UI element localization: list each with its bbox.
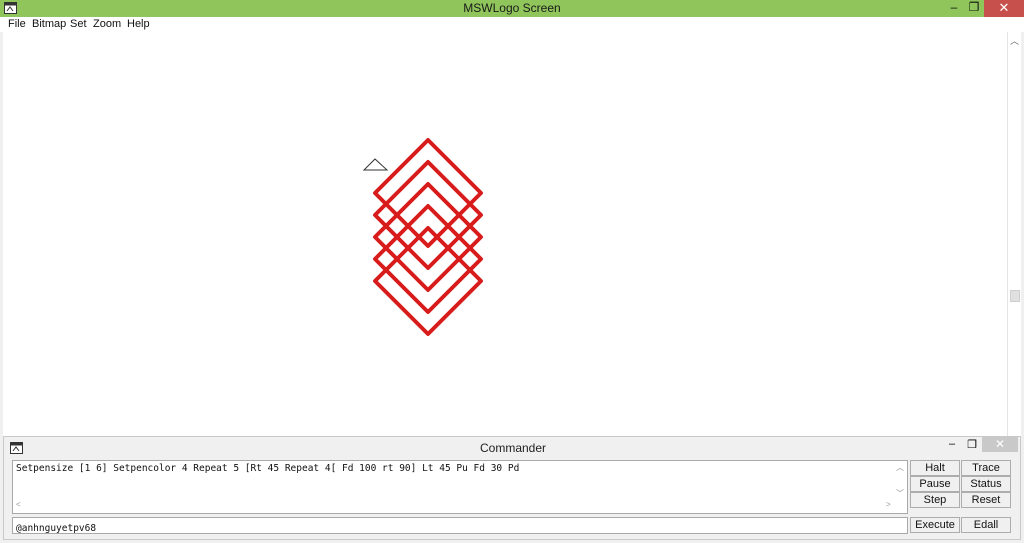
step-button[interactable]: Step xyxy=(910,492,960,508)
history-horizontal-scrollbar[interactable]: < > xyxy=(14,500,894,512)
close-button[interactable]: ✕ xyxy=(984,0,1024,17)
command-input[interactable] xyxy=(13,521,907,536)
turtle-icon xyxy=(362,158,389,171)
menu-zoom[interactable]: Zoom xyxy=(93,18,121,30)
reset-button[interactable]: Reset xyxy=(961,492,1011,508)
menu-set[interactable]: Set xyxy=(70,18,87,30)
commander-title: Commander xyxy=(479,441,547,455)
command-input-box[interactable] xyxy=(12,517,908,536)
execute-button[interactable]: Execute xyxy=(910,517,960,533)
history-vertical-scrollbar[interactable]: ︿ ﹀ xyxy=(894,462,906,500)
commander-panel: Commander – ❐ ✕ Setpensize [1 6] Setpenc… xyxy=(3,436,1021,540)
menu-help[interactable]: Help xyxy=(127,18,150,30)
scroll-up-icon[interactable]: ︿ xyxy=(1010,34,1019,47)
maximize-button[interactable]: ❐ xyxy=(964,0,984,17)
menu-bar: File Bitmap Set Zoom Help xyxy=(0,17,1024,32)
drawing-canvas[interactable] xyxy=(3,32,1007,436)
turtle-graphics xyxy=(362,138,483,336)
chevron-right-icon[interactable]: > xyxy=(886,500,891,509)
halt-button[interactable]: Halt xyxy=(910,460,960,476)
commander-close-button[interactable]: ✕ xyxy=(982,437,1018,452)
minimize-button[interactable]: – xyxy=(944,0,964,17)
scroll-thumb[interactable] xyxy=(1010,290,1020,302)
chevron-down-icon[interactable]: ﹀ xyxy=(896,488,904,499)
menu-bitmap[interactable]: Bitmap xyxy=(32,18,66,30)
history-text: Setpensize [1 6] Setpencolor 4 Repeat 5 … xyxy=(16,463,520,474)
menu-file[interactable]: File xyxy=(8,18,26,30)
square-pattern xyxy=(373,138,483,336)
command-history[interactable]: Setpensize [1 6] Setpencolor 4 Repeat 5 … xyxy=(12,460,908,514)
trace-button[interactable]: Trace xyxy=(961,460,1011,476)
title-bar[interactable]: MSWLogo Screen – ❐ ✕ xyxy=(0,0,1024,17)
status-button[interactable]: Status xyxy=(961,476,1011,492)
edall-button[interactable]: Edall xyxy=(961,517,1011,533)
commander-minimize-button[interactable]: – xyxy=(942,438,962,454)
pause-button[interactable]: Pause xyxy=(910,476,960,492)
window-title: MSWLogo Screen xyxy=(463,1,561,15)
chevron-up-icon[interactable]: ︿ xyxy=(896,462,904,473)
canvas-vertical-scrollbar[interactable]: ︿ xyxy=(1007,32,1021,436)
chevron-left-icon[interactable]: < xyxy=(16,500,21,509)
commander-maximize-button[interactable]: ❐ xyxy=(962,438,982,454)
